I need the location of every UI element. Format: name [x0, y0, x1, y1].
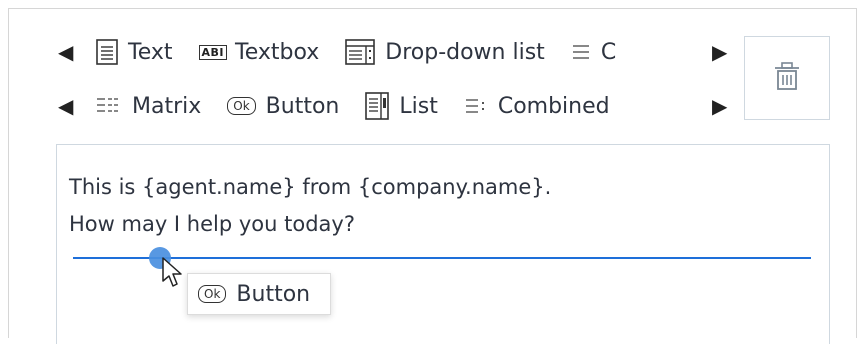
tool-dropdown-list[interactable]: Drop-down list: [345, 39, 545, 65]
tool-button-label: Button: [265, 93, 340, 119]
dragged-button-chip[interactable]: Ok Button: [187, 273, 331, 315]
tool-combined[interactable]: Combined: [464, 94, 610, 119]
row1-next-arrow-icon[interactable]: ▶: [712, 35, 727, 69]
row1-prev-arrow-icon[interactable]: ◀: [58, 35, 73, 69]
delete-button[interactable]: [744, 36, 830, 120]
dragged-button-label: Button: [236, 281, 311, 307]
text-doc-icon: [96, 39, 118, 65]
tool-textbox-label: Textbox: [235, 39, 320, 65]
tool-matrix-label: Matrix: [132, 93, 202, 119]
tool-combined-label: Combined: [497, 93, 610, 119]
row2-prev-arrow-icon[interactable]: ◀: [58, 89, 73, 123]
mouse-pointer-icon: [161, 257, 183, 289]
tool-button[interactable]: Ok Button: [227, 94, 339, 119]
tool-list-label: List: [399, 93, 438, 119]
tool-text[interactable]: Text: [96, 39, 173, 65]
editor-line-2: How may I help you today?: [69, 212, 355, 236]
toolbar-row-2: Matrix Ok Button List Combined: [96, 89, 696, 123]
tool-dropdown-list-label: Drop-down list: [385, 39, 545, 65]
combined-icon: [464, 96, 488, 116]
ok-button-icon: Ok: [227, 97, 256, 115]
tool-text-label: Text: [128, 39, 173, 65]
matrix-icon: [96, 96, 122, 116]
tool-textbox[interactable]: ABI Textbox: [198, 39, 320, 65]
dropdown-list-icon: [345, 39, 376, 65]
trash-icon: [773, 61, 801, 95]
message-editor[interactable]: This is {agent.name} from {company.name}…: [56, 144, 830, 344]
toolbar-row-1: Text ABI Textbox Drop-down list C: [96, 35, 696, 69]
tool-list[interactable]: List: [365, 92, 438, 120]
row2-next-arrow-icon[interactable]: ▶: [712, 89, 727, 123]
combined-icon: [571, 42, 591, 62]
ok-button-icon: Ok: [198, 285, 227, 303]
tool-combined-partial[interactable]: C: [571, 40, 616, 65]
drop-indicator-line: [73, 257, 811, 259]
textbox-abi-icon: ABI: [198, 44, 227, 60]
tool-combined-partial-label: C: [600, 39, 617, 65]
tool-matrix[interactable]: Matrix: [96, 94, 201, 119]
editor-line-1: This is {agent.name} from {company.name}…: [69, 175, 552, 199]
list-icon: [365, 92, 390, 120]
